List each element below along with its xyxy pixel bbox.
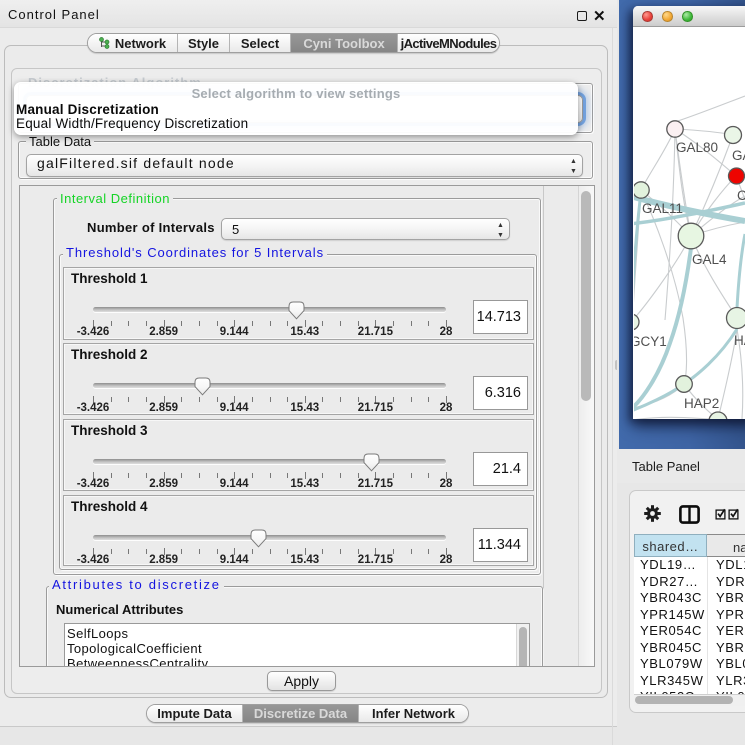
svg-text:HA: HA [734, 333, 745, 348]
svg-text:GAL4: GAL4 [692, 252, 727, 267]
svg-text:GAL80: GAL80 [676, 140, 718, 155]
svg-text:GCY1: GCY1 [634, 334, 667, 349]
svg-text:GAL11: GAL11 [642, 201, 683, 216]
svg-text:GA: GA [732, 148, 745, 163]
svg-text:HAP2: HAP2 [684, 396, 719, 411]
svg-text:C: C [737, 188, 745, 203]
